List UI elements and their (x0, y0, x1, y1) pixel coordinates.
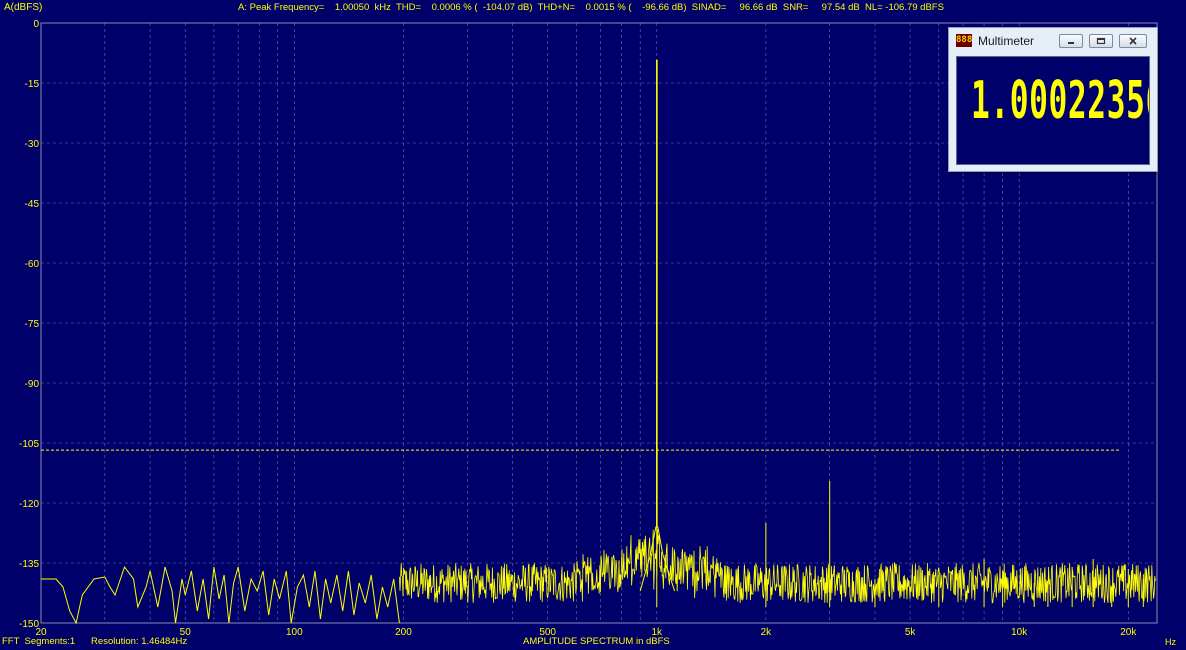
x-tick-label: 5k (905, 627, 917, 638)
restore-button[interactable] (1089, 34, 1113, 48)
y-tick-label: -105 (19, 439, 39, 450)
y-tick-label: -60 (25, 259, 40, 270)
x-tick-label: 2k (761, 627, 773, 638)
y-tick-label: -90 (25, 379, 40, 390)
y-tick-label: 0 (33, 19, 39, 30)
multimeter-reading: 1.00022356 V (971, 71, 1150, 131)
x-tick-label: 200 (395, 627, 412, 638)
y-tick-label: -120 (19, 499, 39, 510)
minimize-button[interactable] (1059, 34, 1083, 48)
x-tick-label: 100 (286, 627, 303, 638)
multimeter-display: 1.00022356 V (956, 56, 1150, 165)
y-tick-label: -135 (19, 559, 39, 570)
restore-icon (1096, 37, 1106, 45)
x-axis-unit: Hz (1165, 637, 1176, 647)
multimeter-window[interactable]: 888 Multimeter 1.00022356 V (948, 27, 1158, 172)
multimeter-title: Multimeter (978, 34, 1035, 48)
minimize-icon (1068, 42, 1074, 44)
close-button[interactable] (1119, 34, 1147, 48)
y-tick-label: -45 (25, 199, 40, 210)
bottom-info-bar: FFT Segments:1 Resolution: 1.46484Hz AMP… (0, 636, 1186, 650)
y-tick-label: -30 (25, 139, 40, 150)
y-tick-label: -75 (25, 319, 40, 330)
chart-title: AMPLITUDE SPECTRUM in dBFS (523, 636, 670, 647)
spectrum-trace-low (41, 565, 400, 625)
fft-info: FFT Segments:1 Resolution: 1.46484Hz (2, 636, 188, 647)
x-tick-label: 10k (1011, 627, 1028, 638)
x-tick-label: 20k (1120, 627, 1137, 638)
multimeter-app-icon: 888 (956, 34, 973, 47)
close-icon (1129, 37, 1137, 45)
multimeter-titlebar[interactable]: 888 Multimeter (949, 28, 1157, 54)
y-tick-label: -15 (25, 79, 40, 90)
